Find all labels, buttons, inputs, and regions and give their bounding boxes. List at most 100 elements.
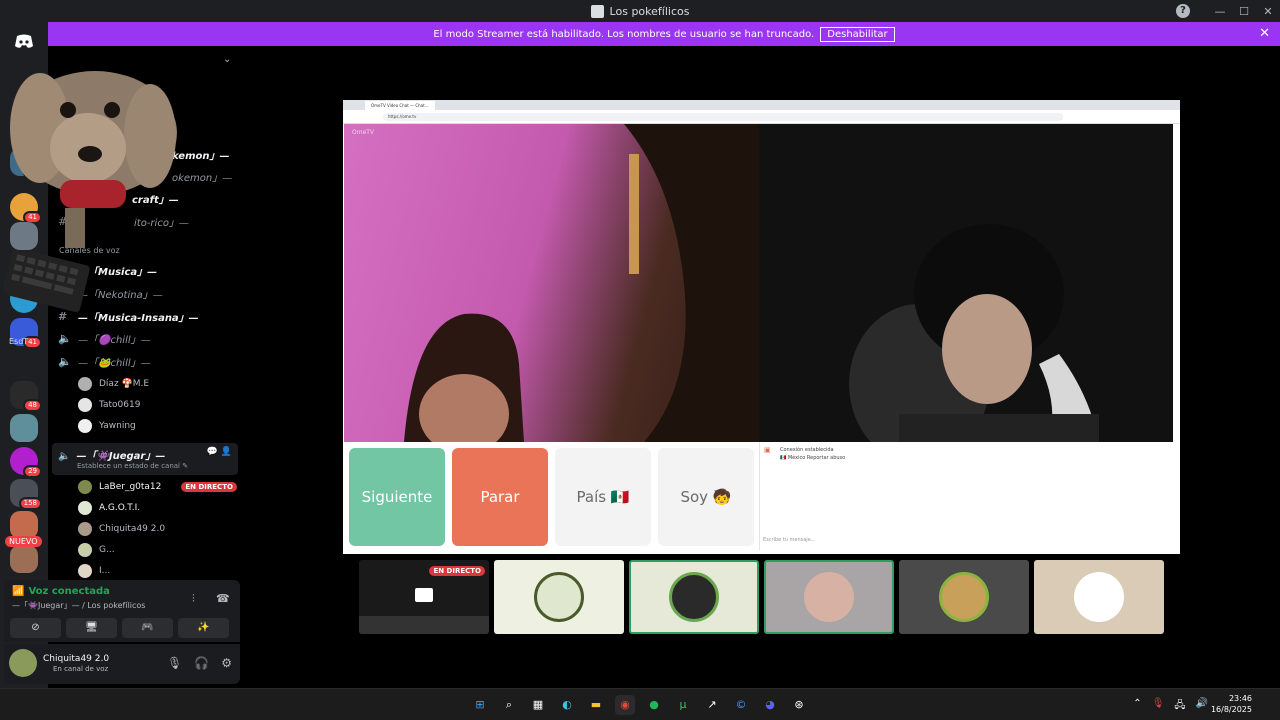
camera-off-button[interactable]: ⊘ [10, 618, 61, 638]
live-badge: EN DIRECTO [429, 566, 485, 576]
username: Yawning [99, 421, 136, 431]
channel-label: —「🟣chill」— [78, 334, 151, 346]
avatar[interactable] [9, 649, 37, 677]
server-icon-10[interactable] [10, 511, 38, 539]
channel-label: —「Nekotina」— [78, 289, 163, 301]
chat-input[interactable]: Escribe tu mensaje... [763, 537, 816, 543]
volume-icon[interactable]: 🔊 [1196, 698, 1208, 715]
remote-camera-image [849, 224, 1099, 442]
maximize-button[interactable]: ☐ [1232, 5, 1256, 18]
headphones-icon[interactable]: 🎧 [194, 656, 209, 670]
chat-line: Conexión establecida [780, 447, 834, 453]
discord-icon[interactable]: ◕ [760, 695, 780, 715]
browser-tab[interactable]: OmeTV Video Chat — Chat... [365, 101, 435, 110]
voice-user-g[interactable]: G... [78, 541, 115, 559]
spotify-icon[interactable]: ● [644, 695, 664, 715]
username[interactable]: Chiquita49 2.0 [43, 654, 109, 664]
stream-view[interactable]: OmeTV Video Chat — Chat... https://ome.t… [343, 100, 1180, 554]
microphone-icon[interactable]: 🎙 [1152, 698, 1165, 715]
ccleaner-icon[interactable]: © [731, 695, 751, 715]
local-camera-feed: OmeTV [344, 124, 759, 442]
voice-channel-chill-2[interactable]: 🔈 —「🐸chill」— [58, 351, 151, 371]
window-title: Los pokefílicos [609, 4, 690, 18]
stream-thumbnail-6[interactable] [1034, 560, 1164, 634]
voice-user-3[interactable]: Yawning [78, 417, 136, 435]
stop-button[interactable]: Parar [452, 448, 548, 546]
discord-home-icon[interactable] [9, 26, 39, 56]
voice-user-1[interactable]: Díaz 🍄M.E [78, 375, 149, 393]
microphone-icon[interactable]: 🎙 [167, 656, 182, 670]
gender-button[interactable]: Soy 🧒 [658, 448, 754, 546]
mention-badge: 48 [23, 399, 42, 412]
chrome-icon[interactable]: ◉ [615, 695, 635, 715]
stream-thumbnail-4[interactable] [764, 560, 894, 634]
avatar [534, 572, 584, 622]
avatar [669, 572, 719, 622]
avatar [78, 480, 92, 494]
noise-suppression-icon[interactable]: ⫶ [192, 592, 195, 606]
voice-status-label: Voz conectada [28, 586, 110, 597]
avatar [78, 564, 92, 578]
mention-badge: 158 [18, 497, 42, 510]
server-icon-9[interactable]: 158 [10, 479, 42, 510]
channel-actions-icon[interactable]: 💬 👤 [207, 447, 232, 457]
steam-icon[interactable]: ⊛ [789, 695, 809, 715]
edge-icon[interactable]: ◐ [557, 695, 577, 715]
voice-user-agoti[interactable]: A.G.O.T.I. [78, 499, 140, 517]
network-icon[interactable]: 🖧 [1174, 698, 1185, 715]
taskbar-clock[interactable]: 23:46 16/8/2025 [1211, 693, 1252, 715]
username: A.G.O.T.I. [99, 503, 141, 513]
gear-icon[interactable]: ⚙ [221, 656, 232, 670]
stream-thumbnail-5[interactable] [899, 560, 1029, 634]
disconnect-icon[interactable]: ☎ [216, 592, 230, 605]
soundboard-button[interactable]: ✨ [178, 618, 229, 638]
server-icon-11[interactable] [10, 545, 38, 573]
stream-thumbnail-2[interactable] [494, 560, 624, 634]
screen-share-button[interactable]: 🖥 [66, 618, 117, 638]
minimize-button[interactable]: — [1208, 5, 1232, 18]
chat-panel: ▣ Conexión establecida 🇲🇽 México Reporta… [759, 442, 1175, 550]
disable-streamer-button[interactable]: Deshabilitar [820, 26, 895, 42]
browser-address-bar: https://ome.tv [343, 110, 1180, 124]
dog-overlay-image [10, 71, 177, 248]
server-icon-7[interactable] [10, 414, 38, 442]
voice-channel-location[interactable]: —「👾Juegar」— / Los pokefílicos [12, 600, 145, 611]
search-icon[interactable]: ⌕ [499, 695, 519, 715]
chat-line[interactable]: 🇲🇽 México Reportar abuso [780, 454, 845, 462]
avatar [1074, 572, 1124, 622]
stream-thumbnail-3[interactable] [629, 560, 759, 634]
close-window-button[interactable]: ✕ [1256, 5, 1280, 18]
chevron-down-icon[interactable]: ⌄ [223, 54, 231, 65]
voice-user-chiquita[interactable]: Chiquita49 2.0 [78, 520, 165, 538]
store-icon[interactable]: ▦ [528, 695, 548, 715]
chevron-up-icon[interactable]: ⌃ [1133, 698, 1141, 715]
app-window: Los pokefílicos ? — ☐ ✕ El modo Streamer… [0, 0, 1280, 720]
voice-user-2[interactable]: Tato0619 [78, 396, 140, 414]
server-icon-6[interactable]: 48 [10, 381, 42, 412]
url-field[interactable]: https://ome.tv [383, 113, 1063, 121]
voice-user-laber[interactable]: LaBer_g0ta12 EN DIRECTO [78, 478, 237, 496]
stream-thumbnail-1[interactable]: EN DIRECTO [359, 560, 489, 634]
username: Chiquita49 2.0 [99, 524, 166, 534]
banner-text: El modo Streamer está habilitado. Los no… [433, 28, 815, 40]
next-button[interactable]: Siguiente [349, 448, 445, 546]
close-icon[interactable]: ✕ [1259, 26, 1270, 41]
country-button[interactable]: País 🇲🇽 [555, 448, 651, 546]
voice-status: 📶 Voz conectada [12, 586, 110, 597]
server-icon-8[interactable]: 29 [10, 447, 42, 478]
clock-date: 16/8/2025 [1210, 705, 1252, 714]
help-icon[interactable]: ? [1176, 4, 1190, 18]
app-icon[interactable]: ↗ [702, 695, 722, 715]
avatar [78, 522, 92, 536]
voice-channel-juegar[interactable]: 🔈 —「👾Juegar」— Establece un estado de cana… [52, 443, 238, 475]
channel-status[interactable]: Establece un estado de canal ✎ [77, 462, 188, 470]
file-explorer-icon[interactable]: ▬ [586, 695, 606, 715]
browser-tab-bar: OmeTV Video Chat — Chat... [343, 100, 1180, 110]
utorrent-icon[interactable]: μ [673, 695, 693, 715]
activities-button[interactable]: 🎮 [122, 618, 173, 638]
speaker-icon: 🔈 [58, 354, 72, 368]
voice-channel-chill-1[interactable]: 🔈 —「🟣chill」— [58, 328, 151, 348]
windows-start-icon[interactable]: ⊞ [470, 695, 490, 715]
voice-user-i[interactable]: I... [78, 562, 110, 580]
speaker-icon: 🔈 [58, 331, 72, 345]
